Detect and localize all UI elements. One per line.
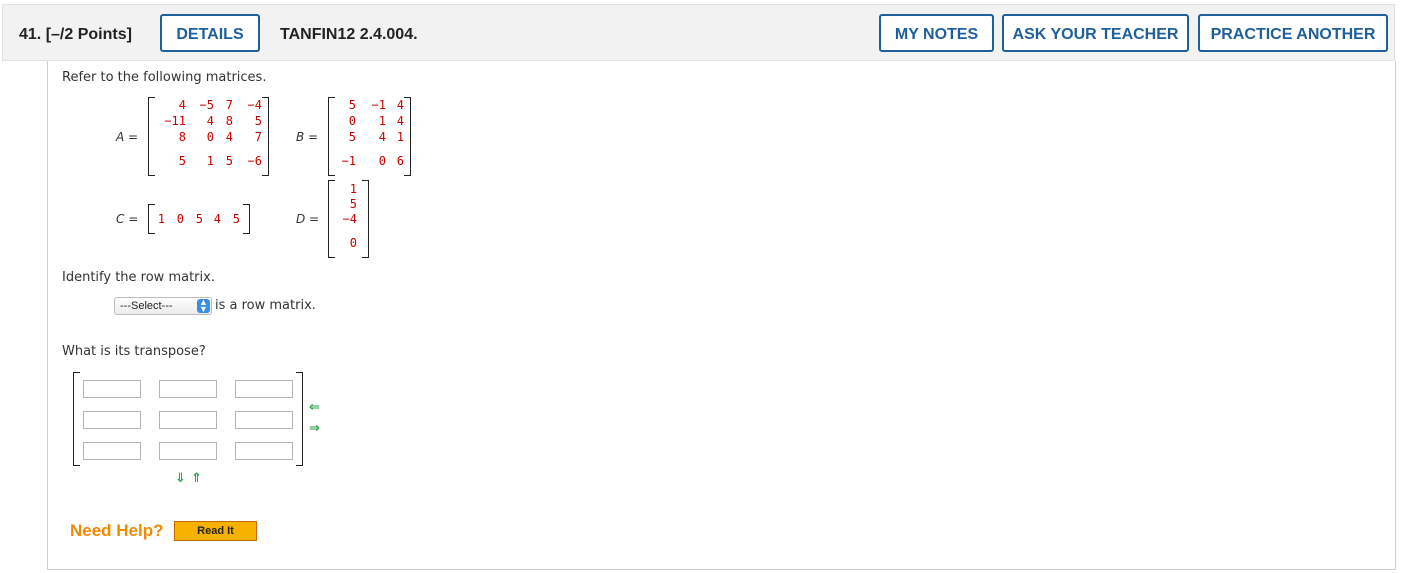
matrix-c-cell-5: 5 [232, 212, 240, 226]
transpose-input-r1c3[interactable] [235, 380, 293, 398]
matrix-a-cell-r2c1: −11 [164, 114, 186, 128]
matrix-a-cell-r1c4: −4 [247, 98, 262, 112]
matrix-a-cell-r4c3: 5 [225, 154, 233, 168]
ask-teacher-button[interactable]: ASK YOUR TEACHER [1002, 14, 1189, 52]
matrix-c-cell-4: 4 [213, 212, 221, 226]
matrix-b-cell-r4c3: 6 [396, 154, 404, 168]
matrix-b-cell-r3c1: 5 [348, 130, 356, 144]
add-row-arrow-icon[interactable]: ⇓ [175, 471, 186, 486]
matrix-a-right-bracket [262, 97, 269, 176]
matrix-d-label: D = [296, 212, 320, 226]
matrix-c-label: C = [116, 212, 139, 226]
matrix-b-right-bracket [404, 97, 411, 176]
row-matrix-suffix: is a row matrix. [215, 298, 316, 313]
matrix-a-cell-r1c2: −5 [199, 98, 214, 112]
matrix-c-cell-1: 1 [157, 212, 165, 226]
matrix-d-cell-2: 5 [349, 197, 357, 211]
matrix-a-left-bracket [148, 97, 155, 176]
matrix-b-label: B = [296, 130, 319, 144]
matrix-a-cell-r4c1: 5 [178, 154, 186, 168]
question-code: TANFIN12 2.4.004. [280, 26, 418, 43]
matrix-a-label: A = [116, 130, 139, 144]
matrix-a-cell-r3c3: 4 [225, 130, 233, 144]
remove-column-arrow-icon[interactable]: ⇐ [309, 400, 320, 415]
matrix-a-cell-r1c1: 4 [178, 98, 186, 112]
transpose-input-r2c1[interactable] [83, 411, 141, 429]
matrix-d-cell-1: 1 [349, 182, 357, 196]
matrix-b-cell-r4c1: −1 [341, 154, 356, 168]
transpose-input-r2c3[interactable] [235, 411, 293, 429]
matrix-d-right-bracket [362, 180, 369, 258]
practice-another-button[interactable]: PRACTICE ANOTHER [1198, 14, 1388, 52]
matrix-b-cell-r3c2: 4 [378, 130, 386, 144]
add-column-arrow-icon[interactable]: ⇒ [309, 421, 320, 436]
transpose-input-r3c3[interactable] [235, 442, 293, 460]
select-value: ---Select--- [120, 300, 173, 312]
matrix-b-cell-r3c3: 1 [396, 130, 404, 144]
matrix-b-cell-r1c1: 5 [348, 98, 356, 112]
matrix-c-cell-2: 0 [176, 212, 184, 226]
matrix-a-cell-r3c4: 7 [254, 130, 262, 144]
matrix-b-cell-r2c1: 0 [348, 114, 356, 128]
matrix-a-cell-r2c2: 4 [206, 114, 214, 128]
matrix-b-cell-r1c2: −1 [371, 98, 386, 112]
matrix-c-right-bracket [243, 204, 250, 234]
matrix-a-cell-r3c1: 8 [178, 130, 186, 144]
matrix-d-cell-4: 0 [349, 236, 357, 250]
question-number: 41. [–/2 Points] [19, 26, 132, 43]
read-it-button[interactable]: Read It [174, 521, 257, 541]
transpose-input-r1c2[interactable] [159, 380, 217, 398]
matrix-b-cell-r1c3: 4 [396, 98, 404, 112]
row-matrix-question: Identify the row matrix. [62, 270, 215, 285]
matrix-a-cell-r2c3: 8 [225, 114, 233, 128]
my-notes-button[interactable]: MY NOTES [879, 14, 994, 52]
matrix-d-cell-3: −4 [342, 212, 357, 226]
remove-row-arrow-icon[interactable]: ⇑ [191, 471, 202, 486]
transpose-right-bracket [296, 372, 303, 466]
matrix-a-cell-r4c4: −6 [247, 154, 262, 168]
transpose-left-bracket [73, 372, 80, 466]
question-header: 41. [–/2 Points] DETAILS TANFIN12 2.4.00… [2, 4, 1395, 61]
transpose-input-r3c1[interactable] [83, 442, 141, 460]
matrix-d-left-bracket [328, 180, 335, 258]
select-arrows-icon: ▲ ▼ [197, 298, 210, 314]
matrix-c-left-bracket [148, 204, 155, 234]
matrix-c-cell-3: 5 [195, 212, 203, 226]
matrix-b-left-bracket [328, 97, 335, 176]
transpose-input-r3c2[interactable] [159, 442, 217, 460]
transpose-input-r2c2[interactable] [159, 411, 217, 429]
row-matrix-select[interactable]: ---Select--- ▲ ▼ [114, 297, 212, 315]
prompt-text: Refer to the following matrices. [62, 70, 267, 85]
matrix-a-cell-r2c4: 5 [254, 114, 262, 128]
details-button[interactable]: DETAILS [160, 14, 260, 52]
matrix-a-cell-r4c2: 1 [206, 154, 214, 168]
transpose-question: What is its transpose? [62, 344, 206, 359]
matrix-a-cell-r3c2: 0 [206, 130, 214, 144]
transpose-input-r1c1[interactable] [83, 380, 141, 398]
matrix-b-cell-r2c3: 4 [396, 114, 404, 128]
matrix-a-cell-r1c3: 7 [225, 98, 233, 112]
matrix-b-cell-r2c2: 1 [378, 114, 386, 128]
need-help-label: Need Help? [70, 521, 164, 540]
question-panel [47, 61, 1396, 570]
matrix-b-cell-r4c2: 0 [378, 154, 386, 168]
